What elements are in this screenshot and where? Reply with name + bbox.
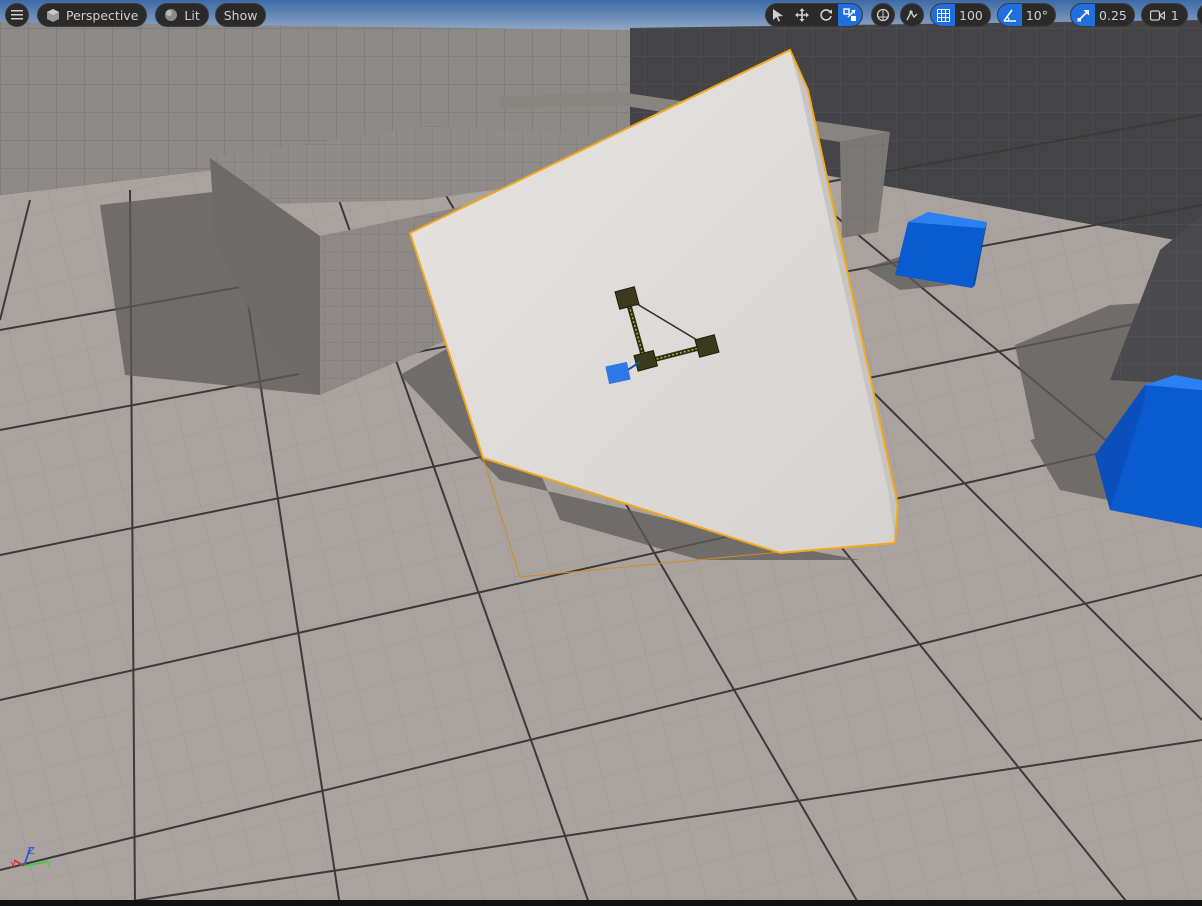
rotate-mode-button[interactable] xyxy=(814,4,838,26)
viewport-layout-button[interactable] xyxy=(1196,3,1202,27)
svg-text:Z: Z xyxy=(28,846,35,857)
world-space-icon xyxy=(876,8,890,22)
diagonal-arrow-icon xyxy=(1077,9,1090,22)
move-icon xyxy=(795,8,809,22)
rotate-icon xyxy=(819,8,833,22)
scale-snap-value[interactable]: 0.25 xyxy=(1095,4,1134,26)
scale-icon xyxy=(843,8,857,22)
svg-text:X: X xyxy=(10,861,16,871)
rotation-snap-value[interactable]: 10° xyxy=(1022,4,1055,26)
camera-speed-value: 1 xyxy=(1170,7,1179,23)
lit-label: Lit xyxy=(184,7,200,23)
lighting-mode-button[interactable]: Lit xyxy=(155,3,209,27)
cube-icon xyxy=(46,8,60,22)
grid-snap-group: 100 xyxy=(930,3,991,27)
hamburger-menu-icon xyxy=(11,10,23,20)
show-label: Show xyxy=(223,7,258,23)
viewport-menu-button[interactable] xyxy=(5,3,29,27)
viewport-bottom-border xyxy=(0,900,1202,906)
show-flags-button[interactable]: Show xyxy=(214,3,267,27)
select-mode-button[interactable] xyxy=(766,4,790,26)
rotation-snap-group: 10° xyxy=(996,3,1057,27)
scale-snap-group: 0.25 xyxy=(1070,3,1135,27)
scale-mode-button[interactable] xyxy=(838,4,862,26)
coordinate-system-button[interactable] xyxy=(871,3,895,27)
axis-gizmo-icon: Z Y X xyxy=(10,846,52,871)
angle-icon xyxy=(1003,9,1017,22)
perspective-label: Perspective xyxy=(66,7,139,23)
grid-snap-value[interactable]: 100 xyxy=(955,4,990,26)
camera-icon xyxy=(1149,9,1165,21)
surface-snap-icon xyxy=(905,8,919,22)
translate-mode-button[interactable] xyxy=(790,4,814,26)
perspective-view-button[interactable]: Perspective xyxy=(37,3,148,27)
grid-icon xyxy=(936,8,950,22)
sphere-icon xyxy=(164,8,178,22)
svg-text:Y: Y xyxy=(45,860,52,870)
camera-speed-button[interactable]: 1 xyxy=(1140,3,1188,27)
rotation-snap-toggle[interactable] xyxy=(997,4,1022,26)
blue-cube-small[interactable] xyxy=(895,212,987,288)
viewport-scene[interactable] xyxy=(0,0,1202,906)
level-viewport[interactable]: Perspective Lit Show 100 10° 0.25 1 Z Y … xyxy=(0,0,1202,906)
scale-snap-toggle[interactable] xyxy=(1071,4,1096,26)
surface-snap-button[interactable] xyxy=(900,3,924,27)
transform-tools-group xyxy=(765,3,863,27)
arrow-cursor-icon xyxy=(772,8,784,22)
grid-snap-toggle[interactable] xyxy=(931,4,955,26)
